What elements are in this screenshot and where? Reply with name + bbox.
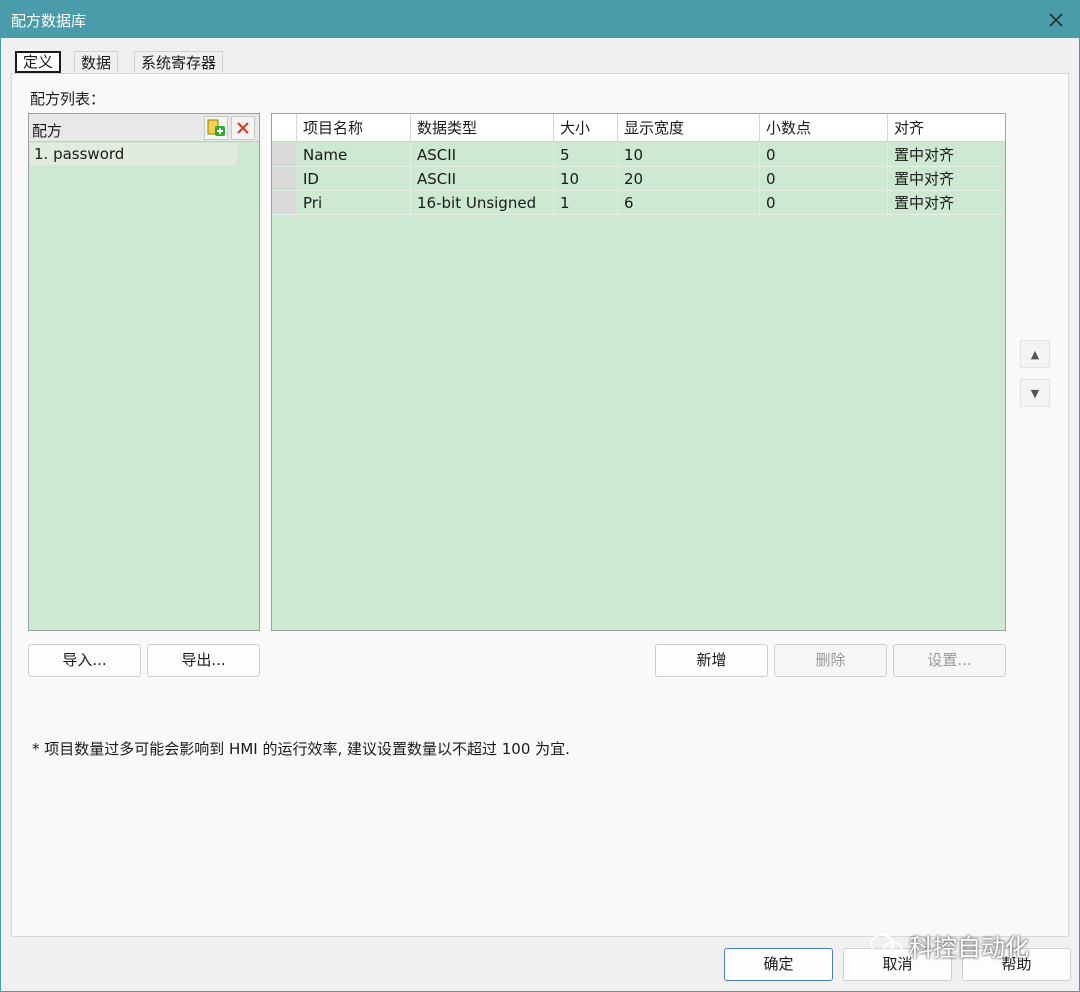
cell-data-type: ASCII [411,167,554,190]
close-button[interactable] [1033,1,1079,38]
recipe-item[interactable]: 1. password [30,143,237,165]
cell-data-type: ASCII [411,143,554,166]
row-selector[interactable] [272,167,297,190]
export-button[interactable]: 导出... [147,644,260,677]
delete-icon [237,122,249,134]
cell-display-width: 20 [618,167,760,190]
table-row[interactable]: Pri 16-bit Unsigned 1 6 0 置中对齐 [272,191,1005,215]
add-item-button[interactable]: 新增 [655,644,768,677]
cell-size: 1 [554,191,618,214]
move-down-button[interactable]: ▼ [1020,379,1050,407]
column-display-width[interactable]: 显示宽度 [618,114,760,141]
tab-data[interactable]: 数据 [74,51,119,75]
wechat-icon [870,933,903,957]
ok-button[interactable]: 确定 [724,948,833,981]
tab-definition[interactable]: 定义 [15,51,62,73]
cell-decimal-point: 0 [760,167,888,190]
tab-system-registers[interactable]: 系统寄存器 [134,51,224,75]
import-button[interactable]: 导入... [28,644,141,677]
cell-item-name: ID [297,167,411,190]
table-row[interactable]: Name ASCII 5 10 0 置中对齐 [272,143,1005,167]
table-header: 项目名称 数据类型 大小 显示宽度 小数点 对齐 [272,114,1005,142]
performance-note: * 项目数量过多可能会影响到 HMI 的运行效率, 建议设置数量以不超过 100… [32,740,570,758]
watermark: 科控自动化 [869,928,1029,963]
add-recipe-button[interactable] [204,116,228,140]
add-recipe-icon [207,119,225,136]
recipe-header-label: 配方 [32,122,63,140]
recipe-items-table: 项目名称 数据类型 大小 显示宽度 小数点 对齐 Name ASCII 5 10… [271,113,1006,631]
cell-alignment: 置中对齐 [894,170,955,188]
recipe-list-label: 配方列表： [30,90,106,108]
recipe-database-dialog: 配方数据库 定义 数据 系统寄存器 配方列表： 配方 1. password 项… [0,0,1080,992]
header-corner [272,114,297,141]
title-bar: 配方数据库 [1,1,1079,38]
cell-item-name: Name [297,143,411,166]
watermark-text: 科控自动化 [909,934,1029,962]
cell-alignment: 置中对齐 [894,146,955,164]
cell-display-width: 6 [618,191,760,214]
window-title: 配方数据库 [11,12,87,30]
cell-item-name: Pri [297,191,411,214]
triangle-up-icon: ▲ [1030,347,1040,361]
cell-display-width: 10 [618,143,760,166]
delete-item-button[interactable]: 删除 [774,644,887,677]
cell-alignment: 置中对齐 [894,194,955,212]
row-selector[interactable] [272,191,297,214]
recipe-list-header: 配方 [29,114,259,142]
recipe-list: 配方 1. password [28,113,260,631]
table-row[interactable]: ID ASCII 10 20 0 置中对齐 [272,167,1005,191]
delete-recipe-button[interactable] [231,116,255,140]
column-decimal-point[interactable]: 小数点 [760,114,888,141]
row-selector[interactable] [272,143,297,166]
cell-data-type: 16-bit Unsigned [411,191,554,214]
cell-size: 5 [554,143,618,166]
column-alignment[interactable]: 对齐 [888,114,1005,141]
triangle-down-icon: ▼ [1030,386,1040,400]
cell-decimal-point: 0 [760,191,888,214]
column-data-type[interactable]: 数据类型 [411,114,554,141]
column-item-name[interactable]: 项目名称 [297,114,411,141]
cell-decimal-point: 0 [760,143,888,166]
settings-button[interactable]: 设置... [893,644,1006,677]
cell-size: 10 [554,167,618,190]
column-size[interactable]: 大小 [554,114,618,141]
move-up-button[interactable]: ▲ [1020,340,1050,368]
close-icon [1049,13,1063,26]
